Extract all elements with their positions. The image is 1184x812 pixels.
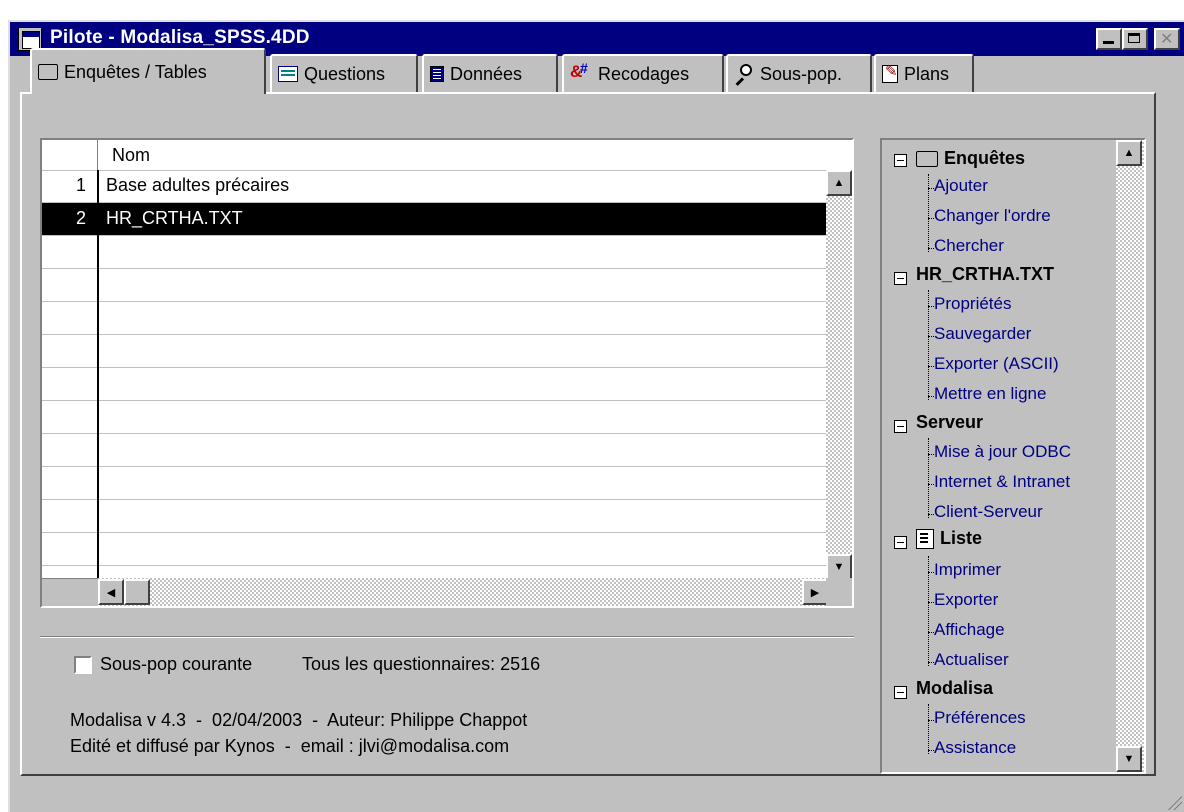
collapse-liste-icon[interactable]	[894, 536, 907, 549]
grid-header: Nom	[42, 140, 852, 171]
empty-row[interactable]	[42, 401, 828, 434]
tree-item-sauvegarder[interactable]: Sauvegarder	[934, 324, 1031, 344]
data-icon	[430, 66, 444, 82]
checkbox-label[interactable]: Sous-pop courante	[100, 654, 252, 675]
tab-questions[interactable]: Questions	[270, 54, 418, 92]
empty-row[interactable]	[42, 335, 828, 368]
empty-row[interactable]	[42, 434, 828, 467]
collapse-hr-crtha-icon[interactable]	[894, 272, 907, 285]
tab-label: Sous-pop.	[760, 63, 843, 84]
tree-item-proprietes[interactable]: Propriétés	[934, 294, 1011, 314]
row-name: Base adultes précaires	[106, 175, 290, 195]
close-button[interactable]	[1154, 28, 1180, 50]
table-row[interactable]: 1 Base adultes précaires	[42, 170, 828, 203]
tab-enquetes-tables[interactable]: Enquêtes / Tables	[30, 48, 266, 94]
tree-node-hr-crtha[interactable]: HR_CRTHA.TXT	[916, 264, 1054, 285]
empty-row[interactable]	[42, 269, 828, 302]
scroll-up-button[interactable]: ▲	[826, 170, 852, 196]
empty-row[interactable]	[42, 467, 828, 500]
tab-label: Recodages	[598, 63, 690, 84]
tab-label: Plans	[904, 63, 950, 84]
resize-grip-icon[interactable]	[1164, 792, 1182, 810]
publisher-info: Edité et diffusé par Kynos - email : jlv…	[70, 736, 510, 756]
actions-tree[interactable]: ▲ ▼ Enquêtes Ajouter Changer l'ordre Che…	[880, 138, 1146, 774]
scroll-right-button[interactable]: ▶	[802, 579, 828, 605]
tree-node-label: HR_CRTHA.TXT	[916, 264, 1054, 284]
tree-item-exporter-ascii[interactable]: Exporter (ASCII)	[934, 354, 1059, 374]
questionnaire-count: Tous les questionnaires: 2516	[302, 654, 541, 674]
empty-row[interactable]	[42, 236, 828, 269]
tree-item-ajouter[interactable]: Ajouter	[934, 176, 988, 196]
collapse-serveur-icon[interactable]	[894, 420, 907, 433]
tab-label: Questions	[304, 63, 386, 84]
tree-node-modalisa[interactable]: Modalisa	[916, 678, 993, 699]
window-title: Pilote - Modalisa_SPSS.4DD	[50, 27, 310, 48]
tree-item-client-serveur[interactable]: Client-Serveur	[934, 502, 1043, 522]
tree-item-preferences[interactable]: Préférences	[934, 708, 1026, 728]
folder-icon	[916, 150, 938, 167]
tree-node-serveur[interactable]: Serveur	[916, 412, 983, 433]
horizontal-scrollbar[interactable]: ◀ ▶	[98, 578, 828, 606]
tab-sous-pop[interactable]: Sous-pop.	[726, 54, 872, 92]
tab-donnees[interactable]: Données	[422, 54, 558, 92]
table-row-selected[interactable]: 2 HR_CRTHA.TXT	[42, 203, 828, 236]
tree-item-changer-ordre[interactable]: Changer l'ordre	[934, 206, 1051, 226]
row-number: 1	[75, 175, 86, 195]
tree-item-exporter[interactable]: Exporter	[934, 590, 998, 610]
tree-item-affichage[interactable]: Affichage	[934, 620, 1005, 640]
collapse-enquetes-icon[interactable]	[894, 154, 907, 167]
questions-icon	[278, 66, 298, 82]
scrollbar-gutter	[42, 578, 98, 606]
minimize-button[interactable]	[1096, 28, 1122, 50]
tree-scroll-up-button[interactable]: ▲	[1116, 140, 1142, 166]
tab-recodages[interactable]: Recodages	[562, 54, 724, 92]
horizontal-scroll-thumb[interactable]	[124, 579, 150, 605]
tree-item-actualiser[interactable]: Actualiser	[934, 650, 1009, 670]
row-number-divider	[97, 170, 99, 580]
tree-item-imprimer[interactable]: Imprimer	[934, 560, 1001, 580]
tree-vertical-scrollbar[interactable]: ▲ ▼	[1116, 140, 1144, 772]
tree-node-enquetes[interactable]: Enquêtes	[916, 148, 1025, 169]
version-info: Modalisa v 4.3 - 02/04/2003 - Auteur: Ph…	[70, 710, 528, 730]
tree-item-internet-intranet[interactable]: Internet & Intranet	[934, 472, 1070, 492]
vertical-scrollbar[interactable]: ▲ ▼	[826, 170, 852, 580]
scroll-down-button[interactable]: ▼	[826, 554, 852, 580]
scroll-left-button[interactable]: ◀	[98, 579, 124, 605]
row-number-header	[42, 140, 98, 170]
tables-grid[interactable]: Nom 1 Base adultes précaires 2 HR_CRTHA.…	[40, 138, 854, 608]
tree-node-label: Modalisa	[916, 678, 994, 698]
tree-item-mise-a-jour-odbc[interactable]: Mise à jour ODBC	[934, 442, 1071, 462]
collapse-modalisa-icon[interactable]	[894, 686, 907, 699]
recode-icon	[570, 60, 592, 82]
separator	[40, 636, 854, 638]
tab-plans[interactable]: Plans	[874, 54, 974, 92]
empty-row[interactable]	[42, 500, 828, 533]
tree-node-label: Liste	[940, 528, 983, 548]
empty-row[interactable]	[42, 302, 828, 335]
tree-scroll-down-button[interactable]: ▼	[1116, 746, 1142, 772]
column-header-nom[interactable]: Nom	[112, 145, 150, 166]
tree-node-label: Serveur	[916, 412, 984, 432]
tree-connector	[928, 704, 929, 754]
tree-node-label: Enquêtes	[944, 148, 1026, 168]
empty-row[interactable]	[42, 533, 828, 566]
sous-pop-checkbox[interactable]	[74, 656, 92, 674]
search-icon	[734, 64, 754, 84]
tab-label: Données	[450, 63, 523, 84]
tree-item-assistance[interactable]: Assistance	[934, 738, 1016, 758]
row-number: 2	[75, 208, 86, 228]
tab-label: Enquêtes / Tables	[64, 61, 207, 82]
empty-row[interactable]	[42, 368, 828, 401]
scrollbar-corner	[826, 578, 852, 606]
plans-icon	[882, 62, 898, 83]
tree-node-liste[interactable]: Liste	[916, 528, 982, 549]
maximize-button[interactable]	[1122, 28, 1148, 50]
tree-item-chercher[interactable]: Chercher	[934, 236, 1004, 256]
tree-connector	[928, 174, 929, 252]
row-name: HR_CRTHA.TXT	[106, 208, 243, 228]
tree-connector	[928, 438, 929, 518]
folder-icon	[38, 64, 58, 80]
tree-item-mettre-en-ligne[interactable]: Mettre en ligne	[934, 384, 1046, 404]
list-icon	[916, 528, 934, 549]
